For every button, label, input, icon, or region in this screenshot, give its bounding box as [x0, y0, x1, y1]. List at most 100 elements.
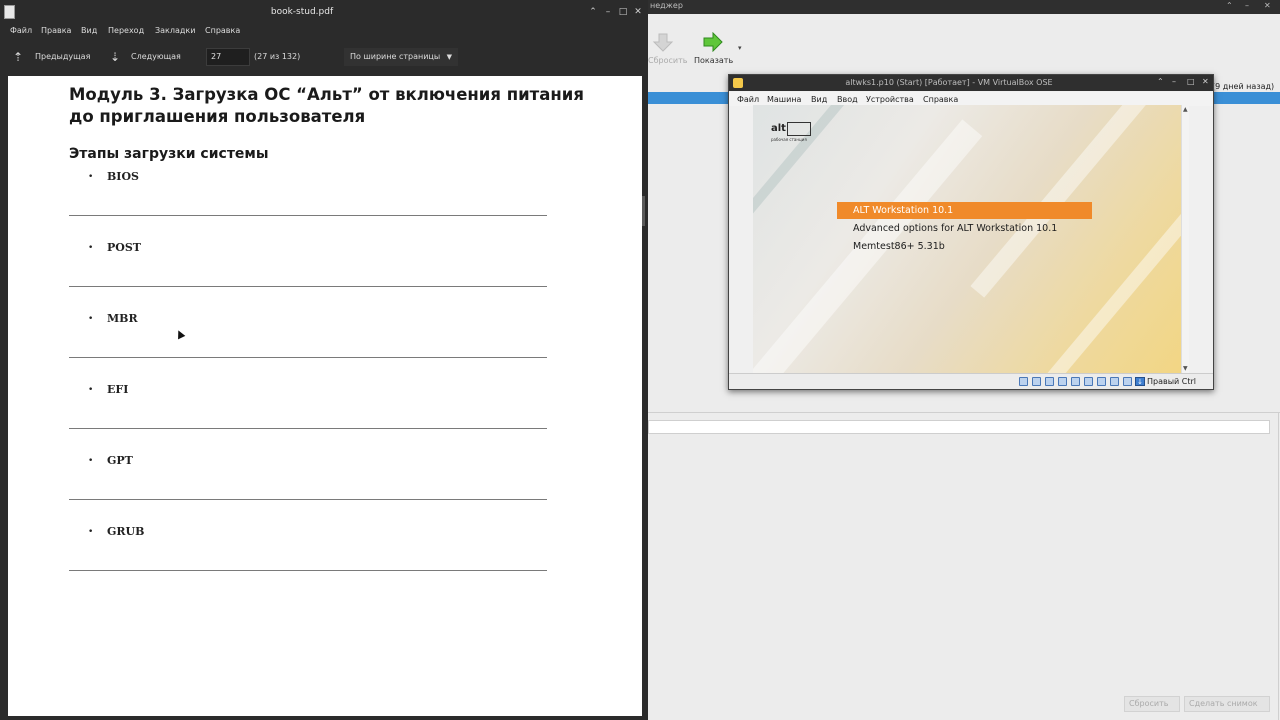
next-page-icon[interactable]: ⇣	[109, 50, 121, 64]
answer-line	[69, 570, 547, 571]
host-key-icon: ↓	[1135, 377, 1145, 386]
section-heading: Этапы загрузки системы	[69, 146, 269, 162]
list-item: • EFI	[69, 383, 547, 456]
boot-entry[interactable]: Advanced options for ALT Workstation 10.…	[837, 220, 1092, 237]
scrollbar-thumb[interactable]	[642, 196, 645, 226]
pdf-viewer-window: book-stud.pdf ⌃ – □ ✕ Файл Правка Вид Пе…	[0, 0, 648, 720]
bullet-icon: •	[88, 243, 94, 253]
pdf-titlebar: book-stud.pdf ⌃ – □ ✕	[0, 0, 648, 24]
audio-icon[interactable]	[1045, 377, 1054, 386]
vm-menu-devices[interactable]: Устройства	[866, 95, 914, 104]
list-item: • GRUB	[69, 525, 547, 598]
vm-menu-view[interactable]: Вид	[811, 95, 827, 104]
usb-icon[interactable]	[1071, 377, 1080, 386]
menu-edit[interactable]: Правка	[41, 26, 71, 35]
scroll-down-icon[interactable]: ▼	[1183, 365, 1188, 372]
snapshot-details-field[interactable]	[648, 420, 1270, 434]
bullet-icon: •	[88, 385, 94, 395]
list-item: • POST	[69, 241, 547, 314]
maximize-icon[interactable]: □	[1187, 77, 1195, 86]
answer-line	[69, 215, 547, 216]
vm-menu-file[interactable]: Файл	[737, 95, 759, 104]
vm-state-label: (9 дней назад)	[1212, 82, 1275, 91]
bullet-icon: •	[88, 314, 94, 324]
stage-name: BIOS	[107, 170, 139, 183]
page-number-input[interactable]: 27	[206, 48, 250, 66]
list-item: • MBR	[69, 312, 547, 385]
menu-go[interactable]: Переход	[108, 26, 144, 35]
bullet-icon: •	[88, 527, 94, 537]
boot-entry[interactable]: ALT Workstation 10.1	[837, 202, 1092, 219]
toolbar: ⇡ Предыдущая ⇣ Следующая 27 (27 из 132) …	[0, 40, 648, 74]
menu-view[interactable]: Вид	[81, 26, 97, 35]
maximize-icon[interactable]: □	[618, 7, 628, 17]
stage-name: MBR	[107, 312, 138, 325]
take-snapshot-button[interactable]: Сделать снимок	[1184, 696, 1270, 712]
bullet-icon: •	[88, 456, 94, 466]
collapse-icon[interactable]: ⌃	[588, 7, 598, 17]
display-icon[interactable]	[1097, 377, 1106, 386]
menu-help[interactable]: Справка	[205, 26, 240, 35]
stage-name: POST	[107, 241, 141, 254]
boot-entry[interactable]: Memtest86+ 5.31b	[837, 238, 1092, 255]
close-icon[interactable]: ✕	[1202, 77, 1209, 86]
menu-bookmarks[interactable]: Закладки	[155, 26, 195, 35]
reset-button[interactable]: Сбросить	[648, 56, 687, 65]
vm-display[interactable]: alt рабочая станция ALT Workstation 10.1…	[753, 105, 1181, 373]
hard-disk-icon[interactable]	[1019, 377, 1028, 386]
close-icon[interactable]: ✕	[633, 7, 643, 17]
answer-line	[69, 499, 547, 500]
vm-scrollbar[interactable]: ▲ ▼	[1181, 105, 1189, 373]
vm-window: altwks1.p10 (Start) [Работает] - VM Virt…	[728, 74, 1214, 390]
chevron-down-icon[interactable]: ▾	[738, 44, 742, 52]
collapse-icon[interactable]: ⌃	[1226, 1, 1233, 10]
stage-name: GRUB	[107, 525, 145, 538]
vm-menu-input[interactable]: Ввод	[837, 95, 858, 104]
vm-menu-help[interactable]: Справка	[923, 95, 958, 104]
monitor-icon	[787, 122, 811, 136]
previous-page-icon[interactable]: ⇡	[12, 50, 24, 64]
next-page-button[interactable]: Следующая	[131, 52, 181, 61]
menu-file[interactable]: Файл	[10, 26, 32, 35]
show-arrow-icon[interactable]	[702, 32, 724, 52]
manager-title: неджер	[650, 1, 683, 10]
network-icon[interactable]	[1058, 377, 1067, 386]
bullet-icon: •	[88, 172, 94, 182]
minimize-icon[interactable]: –	[603, 7, 613, 17]
menubar: Файл Правка Вид Переход Закладки Справка	[0, 24, 648, 38]
minimize-icon[interactable]: –	[1245, 1, 1249, 10]
show-button[interactable]: Показать	[694, 56, 733, 65]
list-item: • BIOS	[69, 170, 547, 243]
discard-button[interactable]: Сбросить	[1124, 696, 1180, 712]
vm-titlebar: altwks1.p10 (Start) [Работает] - VM Virt…	[729, 75, 1213, 91]
pdf-page: Модуль 3. Загрузка ОС “Альт” от включени…	[8, 76, 642, 716]
reset-arrow-icon[interactable]	[652, 32, 674, 52]
stage-name: GPT	[107, 454, 133, 467]
zoom-select-label: По ширине страницы	[350, 52, 441, 61]
answer-line	[69, 428, 547, 429]
host-key-label: Правый Ctrl	[1147, 377, 1197, 386]
collapse-icon[interactable]: ⌃	[1157, 77, 1164, 86]
answer-line	[69, 286, 547, 287]
zoom-select[interactable]: По ширине страницы ▼	[344, 48, 458, 66]
stage-name: EFI	[107, 383, 129, 396]
minimize-icon[interactable]: –	[1172, 77, 1176, 86]
vm-menu-machine[interactable]: Машина	[767, 95, 801, 104]
shared-folders-icon[interactable]	[1084, 377, 1093, 386]
answer-line	[69, 357, 547, 358]
vm-statusbar: ↓ Правый Ctrl	[729, 373, 1213, 389]
alt-logo-subtitle: рабочая станция	[771, 137, 807, 142]
divider	[648, 412, 1280, 413]
list-item: • GPT	[69, 454, 547, 527]
alt-logo: alt	[771, 123, 786, 134]
close-icon[interactable]: ✕	[1264, 1, 1271, 10]
manager-titlebar: неджер ⌃ – ✕	[648, 0, 1280, 14]
mouse-integration-icon[interactable]	[1123, 377, 1132, 386]
scroll-up-icon[interactable]: ▲	[1183, 106, 1188, 113]
vm-window-title: altwks1.p10 (Start) [Работает] - VM Virt…	[845, 78, 1053, 87]
recording-icon[interactable]	[1110, 377, 1119, 386]
optical-drive-icon[interactable]	[1032, 377, 1041, 386]
divider	[1278, 412, 1279, 720]
page-heading: Модуль 3. Загрузка ОС “Альт” от включени…	[69, 85, 584, 126]
previous-page-button[interactable]: Предыдущая	[35, 52, 90, 61]
